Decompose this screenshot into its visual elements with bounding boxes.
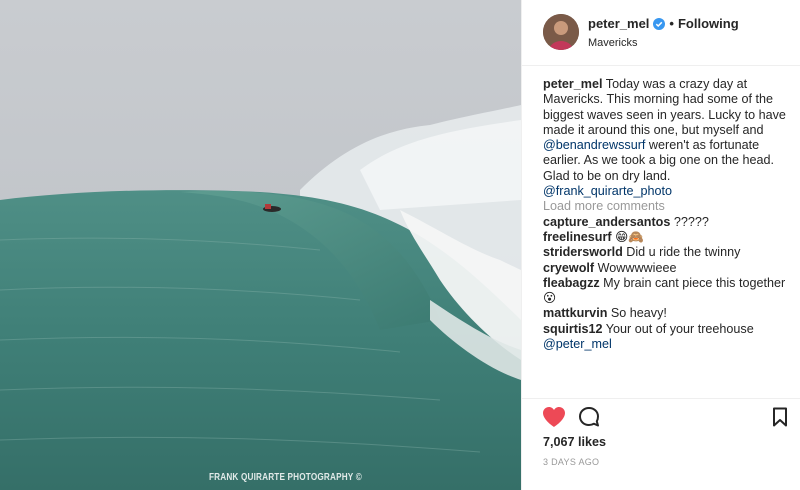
wave-image xyxy=(0,0,521,490)
comment-text: Did u ride the twinny xyxy=(622,245,741,260)
avatar[interactable] xyxy=(543,14,579,50)
photo-watermark: FRANK QUIRARTE PHOTOGRAPHY © xyxy=(209,472,362,483)
list-item: cryewolf Wowwwwieee xyxy=(543,261,793,276)
comment-icon[interactable] xyxy=(578,406,600,433)
comment-text: So heavy! xyxy=(607,306,667,321)
comment-username[interactable]: stridersworld xyxy=(543,245,623,259)
comment-username[interactable]: squirtis12 xyxy=(543,322,603,336)
location-link[interactable]: Mavericks xyxy=(588,37,638,49)
comment-text: Wowwwwieee xyxy=(594,260,677,275)
comment-username[interactable]: freelinesurf xyxy=(543,230,612,244)
comment-text: 😁🙈 xyxy=(611,229,644,244)
list-item: squirtis12 Your out of your treehouse @p… xyxy=(543,322,793,353)
list-item: fleabagzz My brain cant piece this toget… xyxy=(543,276,793,307)
comments-list[interactable]: peter_mel Today was a crazy day at Maver… xyxy=(543,77,793,397)
caption-username[interactable]: peter_mel xyxy=(543,77,603,91)
post-photo[interactable]: FRANK QUIRARTE PHOTOGRAPHY © xyxy=(0,0,521,490)
comment-username[interactable]: capture_andersantos xyxy=(543,215,670,229)
header-username[interactable]: peter_mel xyxy=(588,16,649,31)
comment-username[interactable]: cryewolf xyxy=(543,261,594,275)
comment-text: Your out of your treehouse xyxy=(602,321,754,336)
verified-badge-icon xyxy=(653,17,666,30)
follow-status-button[interactable]: Following xyxy=(678,16,739,31)
heart-icon[interactable] xyxy=(542,406,566,433)
post-caption: peter_mel Today was a crazy day at Maver… xyxy=(543,77,793,199)
post-side-panel: peter_mel • Following Mavericks peter_me… xyxy=(521,0,800,490)
list-item: freelinesurf 😁🙈 xyxy=(543,230,793,245)
list-item: mattkurvin So heavy! xyxy=(543,306,793,321)
comment-username[interactable]: mattkurvin xyxy=(543,306,607,320)
post-header: peter_mel • Following Mavericks xyxy=(522,0,800,66)
comment-text: ????? xyxy=(670,214,709,229)
comment-mention[interactable]: @peter_mel xyxy=(543,337,612,351)
list-item: capture_andersantos ????? xyxy=(543,215,793,230)
likes-count[interactable]: 7,067 likes xyxy=(543,435,606,449)
bookmark-icon[interactable] xyxy=(772,407,788,432)
load-more-comments-button[interactable]: Load more comments xyxy=(543,199,793,214)
caption-mention-1[interactable]: @benandrewssurf xyxy=(543,138,645,152)
header-username-row: peter_mel • Following xyxy=(588,16,739,31)
comment-username[interactable]: fleabagzz xyxy=(543,276,600,290)
separator-dot: • xyxy=(669,16,674,31)
caption-mention-2[interactable]: @frank_quirarte_photo xyxy=(543,184,672,198)
post-date: 3 DAYS AGO xyxy=(543,457,600,467)
post-actions: 7,067 likes 3 DAYS AGO xyxy=(522,398,800,490)
list-item: stridersworld Did u ride the twinny xyxy=(543,245,793,260)
